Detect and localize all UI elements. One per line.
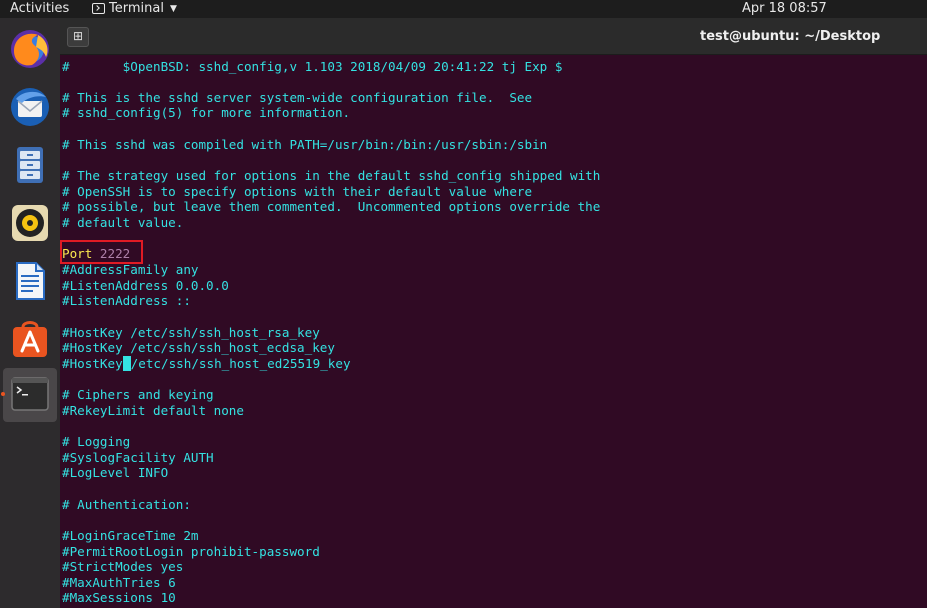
new-tab-button[interactable]: ⊞	[67, 27, 89, 47]
terminal-line: # sshd_config(5) for more information.	[62, 105, 351, 120]
terminal-line: #LoginGraceTime 2m	[62, 528, 199, 543]
terminal-line: #ListenAddress 0.0.0.0	[62, 278, 229, 293]
terminal-line: #RekeyLimit default none	[62, 403, 244, 418]
dock	[0, 18, 60, 608]
window-header: ⊞ test@ubuntu: ~/Desktop	[60, 18, 927, 55]
terminal-line: #ListenAddress ::	[62, 293, 191, 308]
app-menu[interactable]: Terminal ▼	[92, 1, 177, 16]
libreoffice-writer-icon[interactable]	[8, 259, 52, 303]
terminal-line: #SyslogFacility AUTH	[62, 450, 214, 465]
terminal-dock-item[interactable]	[3, 368, 57, 422]
terminal-line-cursor: #HostKey/etc/ssh/ssh_host_ed25519_key	[62, 356, 351, 371]
terminal-line: # Ciphers and keying	[62, 387, 214, 402]
terminal-line: # possible, but leave them commented. Un…	[62, 199, 601, 214]
running-indicator	[1, 392, 5, 396]
ubuntu-software-icon[interactable]	[8, 317, 52, 361]
terminal-line: #LogLevel INFO	[62, 465, 169, 480]
terminal-line: #MaxAuthTries 6	[62, 575, 176, 590]
terminal-line: # $OpenBSD: sshd_config,v 1.103 2018/04/…	[62, 59, 563, 74]
terminal-line: # Logging	[62, 434, 131, 449]
window-title: test@ubuntu: ~/Desktop	[700, 29, 881, 44]
caret-down-icon: ▼	[169, 3, 177, 14]
clock[interactable]: Apr 18 08:57	[742, 1, 827, 16]
terminal-line: #PermitRootLogin prohibit-password	[62, 544, 320, 559]
terminal-line: #AddressFamily any	[62, 262, 199, 277]
terminal-line: #HostKey /etc/ssh/ssh_host_rsa_key	[62, 325, 320, 340]
terminal-line: # OpenSSH is to specify options with the…	[62, 184, 533, 199]
files-icon[interactable]	[8, 143, 52, 187]
terminal-line: #MaxSessions 10	[62, 590, 176, 605]
hostkey-prefix: #HostKey	[62, 356, 123, 371]
text-cursor	[122, 356, 131, 371]
terminal-line: #HostKey /etc/ssh/ssh_host_ecdsa_key	[62, 340, 335, 355]
activities-button[interactable]: Activities	[10, 1, 69, 16]
app-menu-label: Terminal	[109, 1, 164, 16]
terminal-app-icon	[92, 3, 105, 14]
port-highlight-box	[60, 240, 143, 264]
terminal-icon	[11, 377, 49, 411]
terminal-line: # Authentication:	[62, 497, 191, 512]
terminal-line: # The strategy used for options in the d…	[62, 168, 601, 183]
firefox-icon[interactable]	[8, 27, 52, 71]
terminal-line: #StrictModes yes	[62, 559, 184, 574]
rhythmbox-icon[interactable]	[8, 201, 52, 245]
thunderbird-icon[interactable]	[8, 85, 52, 129]
terminal-line: # This sshd was compiled with PATH=/usr/…	[62, 137, 548, 152]
top-bar: Activities Terminal ▼ Apr 18 08:57	[0, 0, 927, 18]
terminal-line: # default value.	[62, 215, 184, 230]
hostkey-path: /etc/ssh/ssh_host_ed25519_key	[130, 356, 351, 371]
terminal-line: # This is the sshd server system-wide co…	[62, 90, 533, 105]
terminal-content[interactable]: # $OpenBSD: sshd_config,v 1.103 2018/04/…	[60, 55, 927, 608]
